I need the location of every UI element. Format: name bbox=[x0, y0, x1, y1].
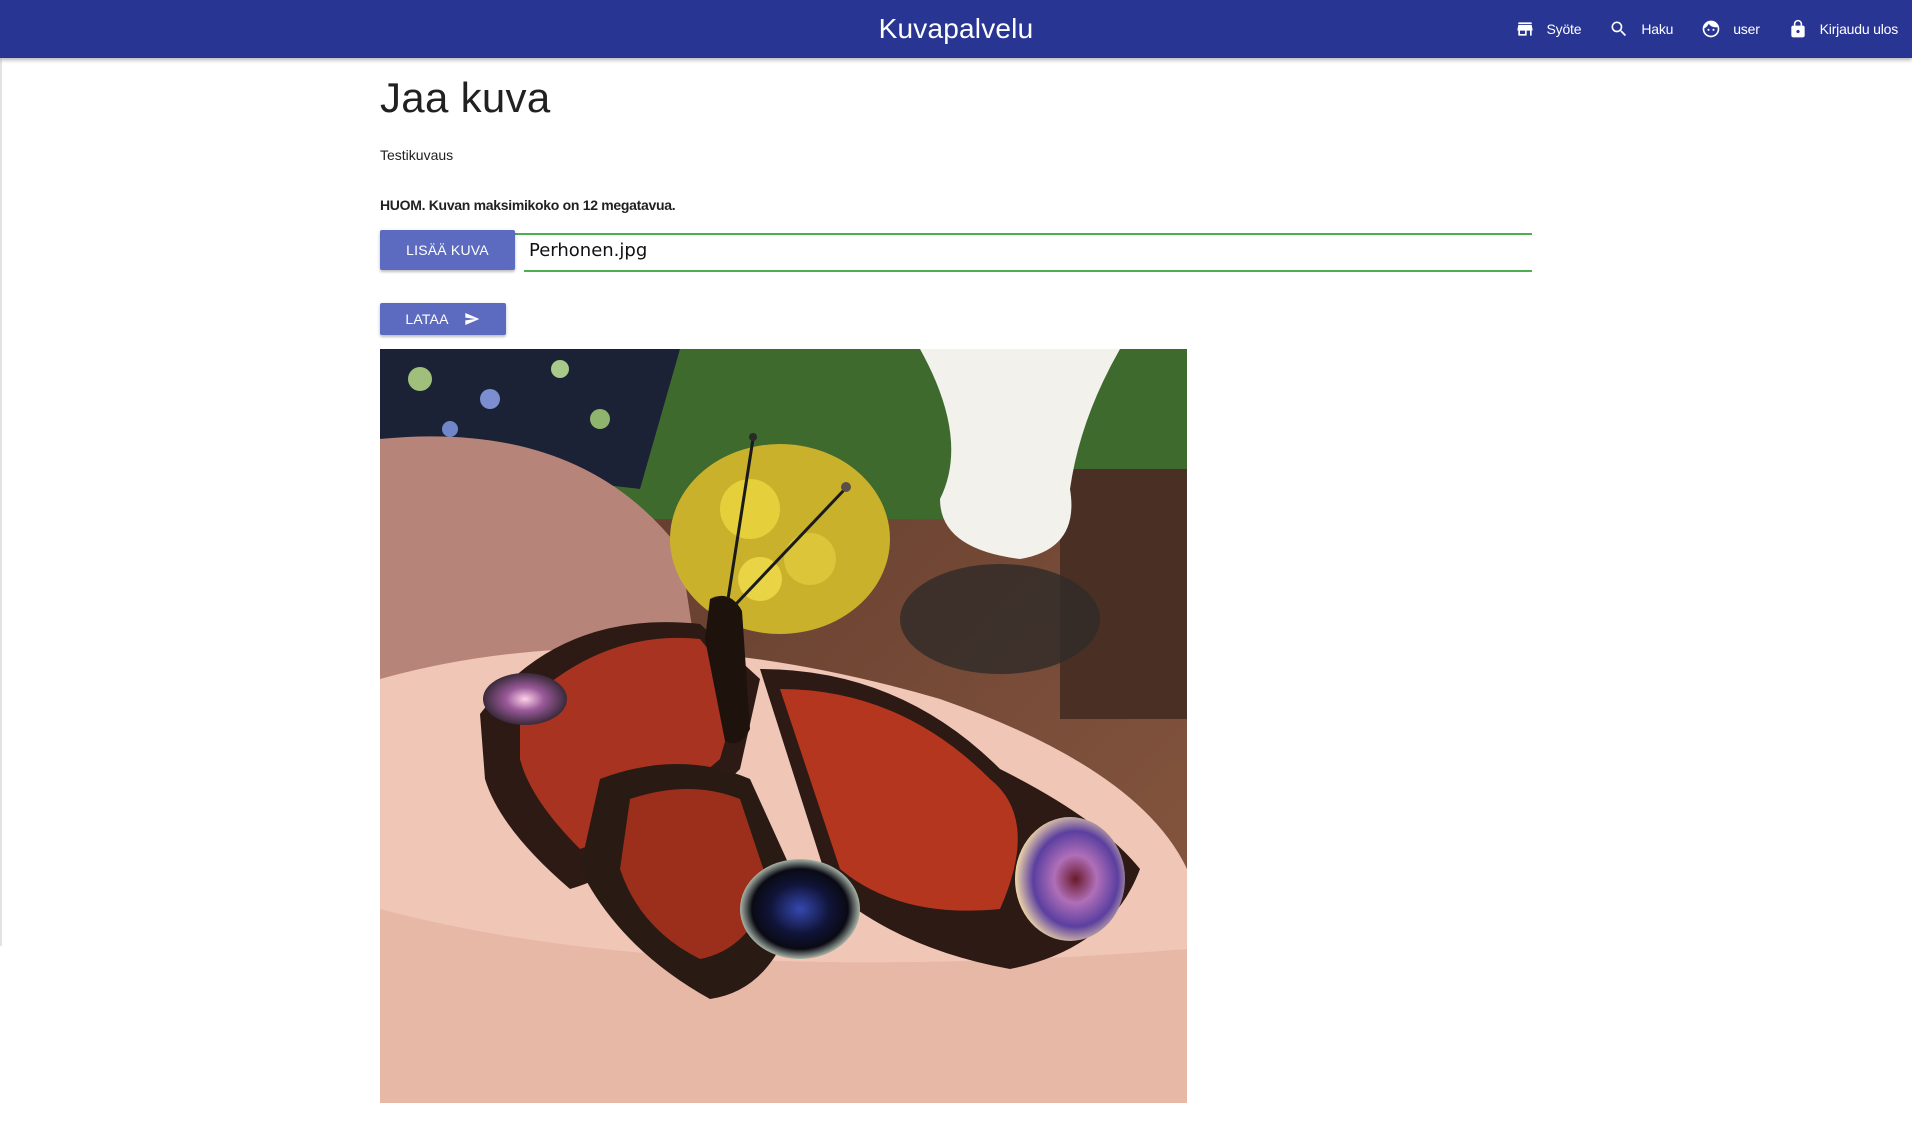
top-nav: Syöte Haku user Kirjaudu ulos bbox=[1487, 0, 1898, 58]
description-field[interactable] bbox=[380, 145, 1532, 235]
max-size-note: HUOM. Kuvan maksimikoko on 12 megatavua. bbox=[380, 197, 676, 213]
page-title: Jaa kuva bbox=[380, 74, 551, 121]
left-divider bbox=[0, 58, 2, 946]
file-name-text: Perhonen.jpg bbox=[529, 240, 648, 261]
upload-page: Kuvapalvelu Syöte Haku user Kirjaudu ulo… bbox=[0, 0, 1912, 1122]
nav-item-logout[interactable]: Kirjaudu ulos bbox=[1788, 19, 1898, 39]
nav-label-search: Haku bbox=[1641, 21, 1674, 37]
lock-icon bbox=[1788, 19, 1820, 39]
file-name-field[interactable]: Perhonen.jpg bbox=[524, 230, 1532, 272]
upload-button-label: LATAA bbox=[405, 311, 449, 327]
nav-label-user: user bbox=[1733, 21, 1760, 37]
nav-item-user[interactable]: user bbox=[1701, 19, 1760, 39]
butterfly-photo bbox=[380, 349, 1187, 1103]
image-preview bbox=[380, 349, 1187, 1103]
nav-label-feed: Syöte bbox=[1546, 21, 1582, 37]
face-icon bbox=[1701, 19, 1733, 39]
add-image-button[interactable]: LISÄÄ KUVA bbox=[380, 230, 515, 270]
upload-button[interactable]: LATAA bbox=[380, 303, 506, 335]
description-input[interactable] bbox=[380, 145, 1532, 165]
app-bar: Kuvapalvelu Syöte Haku user Kirjaudu ulo… bbox=[0, 0, 1912, 58]
search-icon bbox=[1609, 19, 1641, 39]
nav-item-feed[interactable]: Syöte bbox=[1515, 19, 1582, 39]
nav-label-logout: Kirjaudu ulos bbox=[1819, 21, 1899, 37]
store-icon bbox=[1515, 19, 1547, 39]
send-icon bbox=[449, 311, 481, 327]
nav-item-search[interactable]: Haku bbox=[1609, 19, 1673, 39]
